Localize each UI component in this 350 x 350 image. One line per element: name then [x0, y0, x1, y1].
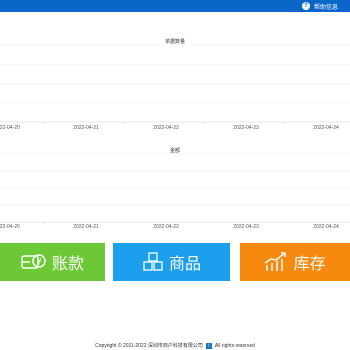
footer: Copyright © 2011-2022 深圳市商户科技有限公司 i All … [0, 342, 350, 349]
amount-chart-panel: 2022-04-20 2022-04-21 2022-04-22 2022-04-23… [0, 140, 350, 233]
trend-chart-icon [265, 252, 287, 271]
amount-chart-x-tick-label: 2022-04-24 [313, 224, 339, 230]
quantity-chart-x-tick-label: 2022-04-21 [73, 125, 99, 131]
account-tile-label: 账款 [51, 254, 84, 273]
footer-copyright: Copyright © 2011-2022 深圳市商户科技有限公司 [95, 343, 203, 349]
footer-badge-icon: i [205, 342, 212, 349]
footer-rights: All rights reserved [214, 342, 255, 349]
svg-text:¥: ¥ [36, 257, 41, 266]
amount-chart-title: 金额 [169, 148, 180, 154]
help-label: 帮助信息 [313, 4, 338, 11]
amount-chart-x-tick-label: 2022-04-21 [73, 224, 99, 230]
goods-tile[interactable]: 商品 [113, 243, 230, 281]
amount-chart-x-tick-label: 2022-04-23 [233, 224, 259, 230]
amount-chart-x-tick-label: 2022-04-22 [153, 224, 179, 230]
help-icon: ? [301, 2, 310, 10]
quick-tiles: ¥ 账款 商品 库存 [0, 243, 350, 281]
stock-tile[interactable]: 库存 [240, 243, 350, 281]
quantity-chart-title: 单据数量 [164, 39, 185, 45]
quantity-chart-x-tick-label: 2022-04-24 [313, 125, 339, 131]
amount-chart-x-tick-label: 2022-04-20 [0, 224, 20, 230]
account-tile[interactable]: ¥ 账款 [0, 243, 105, 281]
quantity-chart-x-tick-label: 2022-04-22 [153, 125, 179, 131]
boxes-icon [143, 252, 163, 271]
quantity-chart-panel: 2022-04-20 2022-04-21 2022-04-22 2022-04-23… [0, 31, 350, 134]
quantity-chart-x-tick-label: 2022-04-23 [233, 125, 259, 131]
quantity-chart-x-tick-label: 2022-04-20 [0, 125, 20, 131]
top-bar: ? 帮助信息 [0, 0, 350, 12]
help-button[interactable]: ? 帮助信息 [301, 1, 338, 11]
goods-tile-label: 商品 [168, 254, 201, 273]
stock-tile-label: 库存 [293, 254, 326, 273]
account-icon: ¥ [21, 254, 46, 269]
quantity-chart: 2022-04-20 2022-04-21 2022-04-22 2022-04-23… [0, 44, 350, 131]
